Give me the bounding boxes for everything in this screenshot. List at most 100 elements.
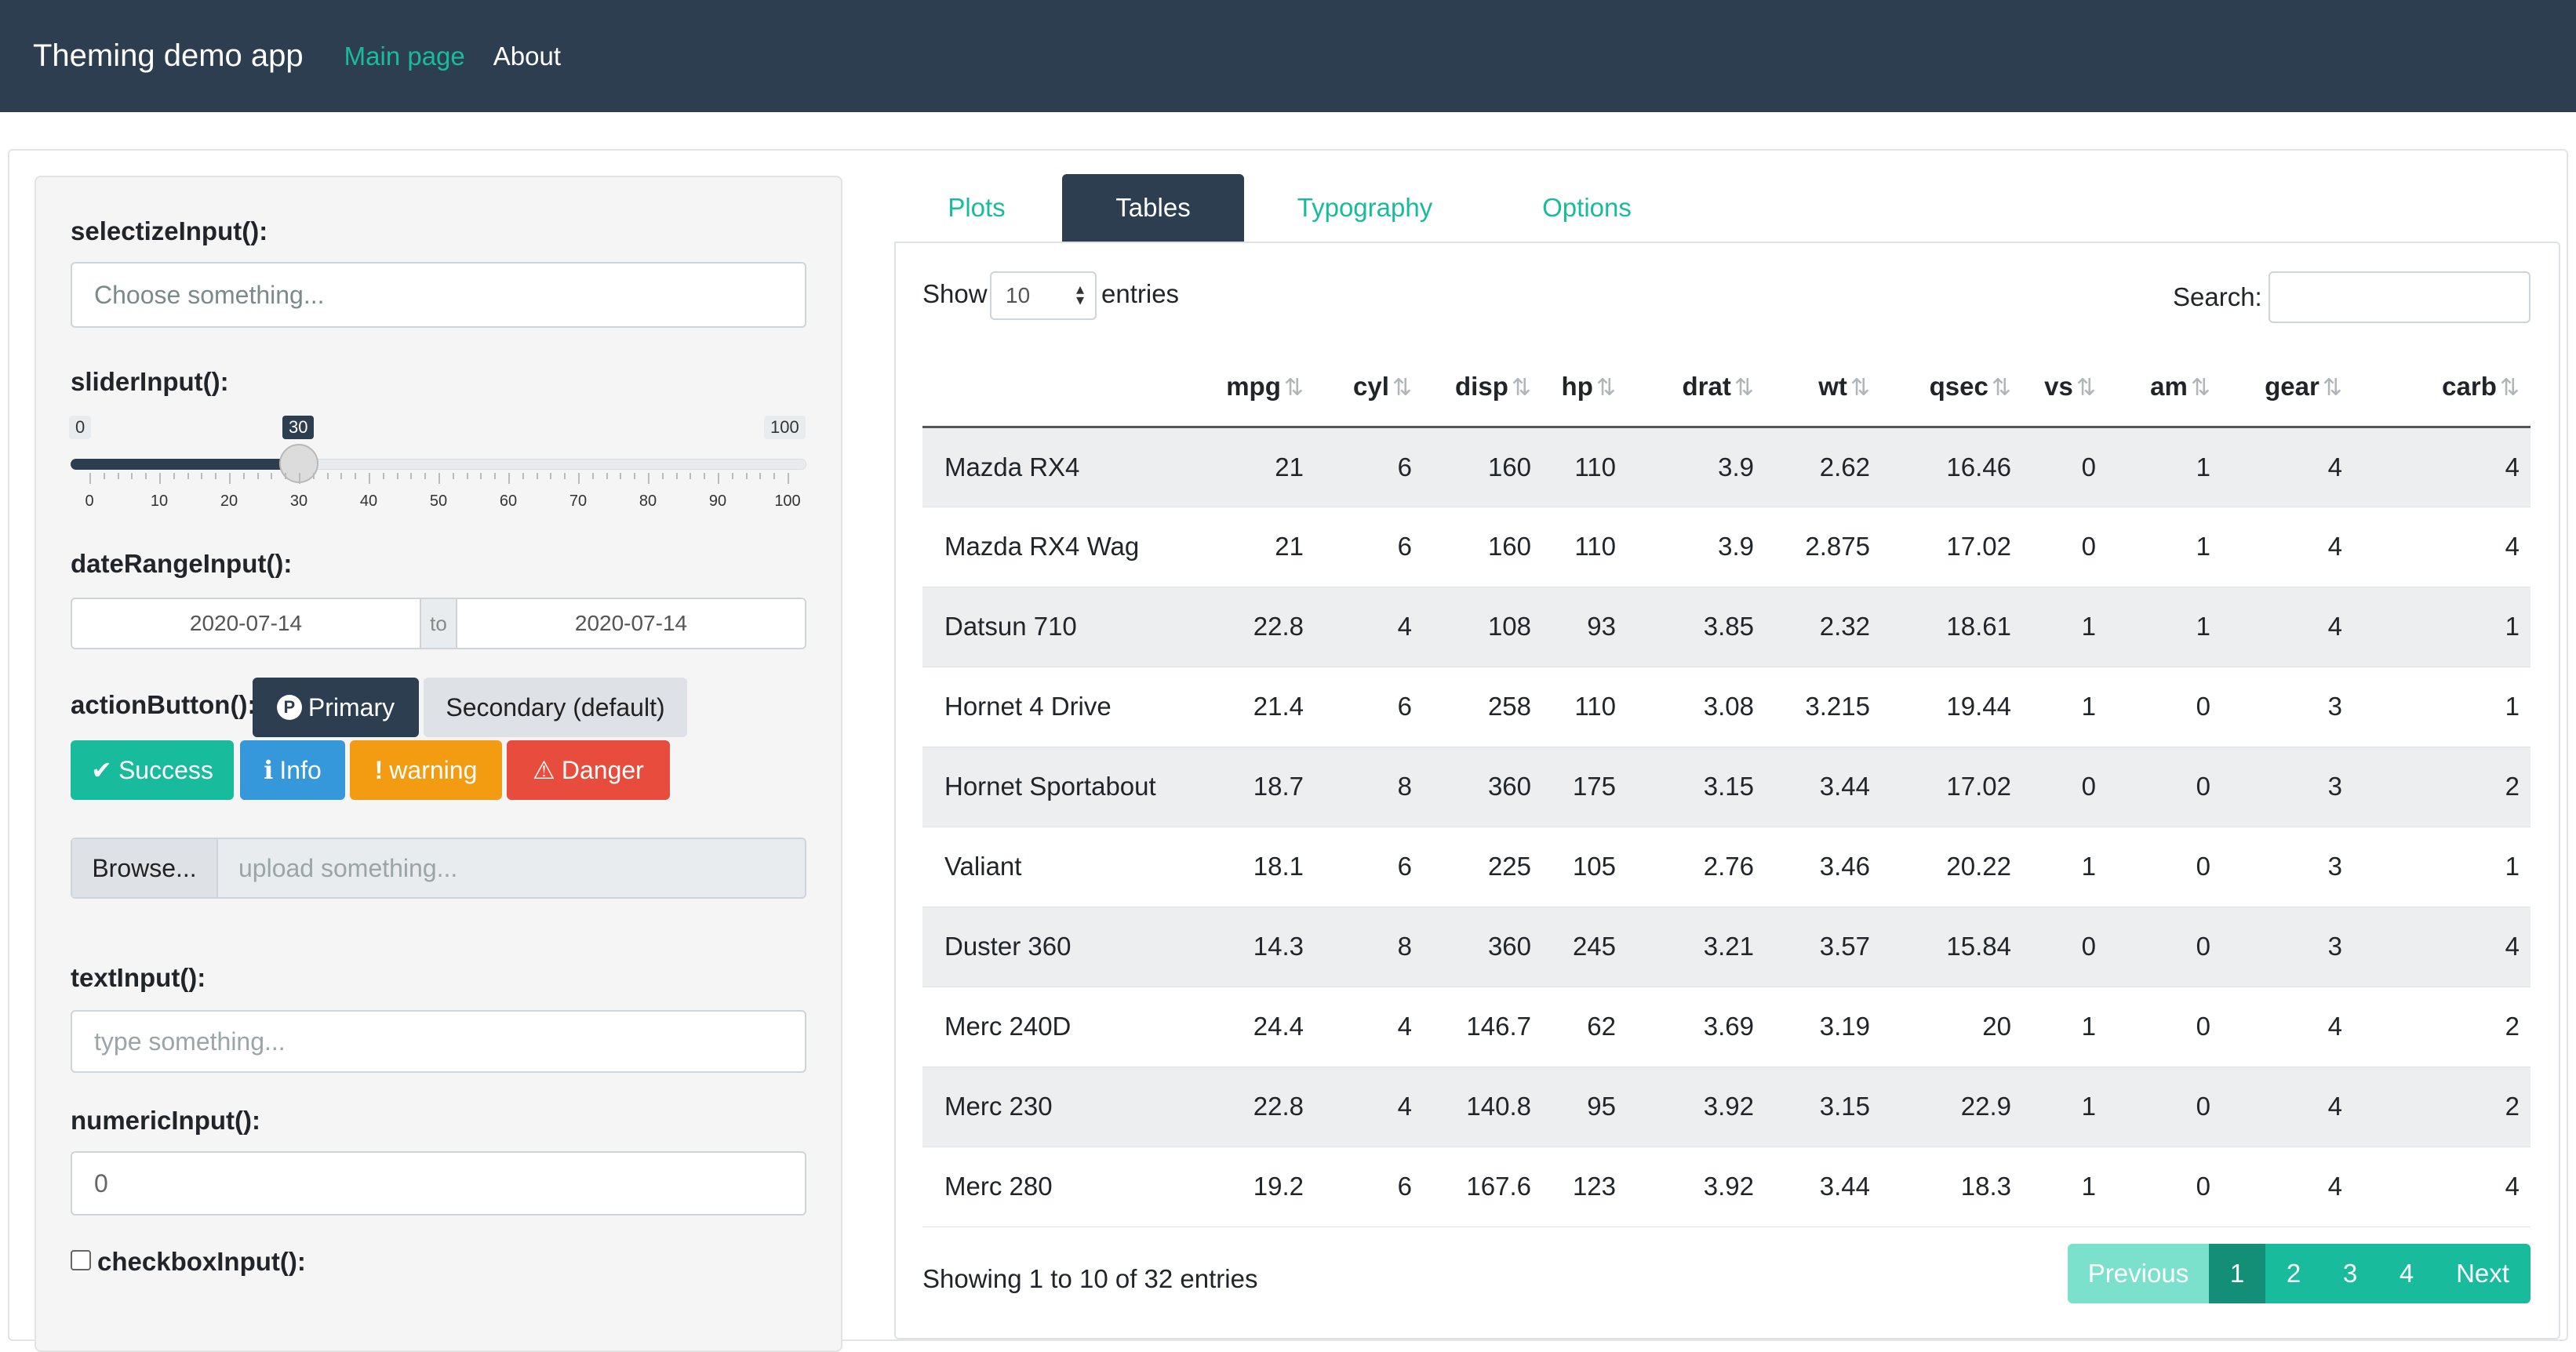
column-header[interactable]: am ⇅: [2107, 348, 2221, 428]
table-row[interactable]: Mazda RX4 21 6 160 110 3.9 2.62 16.46 0 1 4 4: [922, 427, 2531, 507]
table-row[interactable]: Merc 280 19.2 6 167.6 123 3.92 3.44 18.3 1 0 4 4: [922, 1147, 2531, 1227]
slider-tick: [689, 473, 692, 479]
slider-tick: [661, 473, 664, 479]
column-header[interactable]: disp ⇅: [1423, 348, 1542, 428]
table-cell: 0: [2107, 747, 2221, 827]
table-cell: 2.76: [1627, 827, 1765, 907]
numeric-input[interactable]: 0: [71, 1151, 806, 1216]
table-row[interactable]: Merc 240D 24.4 4 146.7 62 3.69 3.19 20 1 0 4 2: [922, 987, 2531, 1067]
slider-tick: [494, 473, 497, 479]
slider-tick: [788, 473, 789, 484]
tab-options[interactable]: Options: [1514, 174, 1660, 242]
slider-tick: [257, 473, 259, 479]
primary-button[interactable]: P Primary: [253, 678, 419, 737]
sort-icon[interactable]: ⇅: [1596, 375, 1616, 401]
info-button[interactable]: ℹ Info: [240, 740, 345, 800]
slider-tick-label: 20: [220, 492, 238, 510]
table-cell: 4: [2353, 427, 2531, 507]
date-separator: to: [420, 599, 457, 648]
check-icon: ✔: [91, 756, 112, 784]
slider-tick: [201, 473, 203, 479]
slider-max-label: 100: [764, 416, 806, 439]
slider-tick: [564, 473, 566, 479]
slider-tick-label: 100: [774, 492, 801, 510]
table-row[interactable]: Hornet 4 Drive 21.4 6 258 110 3.08 3.215 19.44 1…: [922, 667, 2531, 747]
column-header-label: cyl: [1352, 372, 1389, 402]
search-input[interactable]: [2269, 271, 2531, 323]
slider-tick: [424, 473, 427, 479]
sort-icon[interactable]: ⇅: [2323, 375, 2342, 401]
tab-plots[interactable]: Plots: [918, 174, 1035, 242]
table-row[interactable]: Merc 230 22.8 4 140.8 95 3.92 3.15 22.9 1 0 4 2: [922, 1067, 2531, 1147]
tab-typography[interactable]: Typography: [1271, 174, 1459, 242]
table-cell: 3.215: [1765, 667, 1881, 747]
column-header[interactable]: [922, 348, 1194, 428]
column-header[interactable]: qsec ⇅: [1881, 348, 2022, 428]
table-row[interactable]: Duster 360 14.3 8 360 245 3.21 3.57 15.84 0 0 3 4: [922, 907, 2531, 987]
table-cell: 2.875: [1765, 507, 1881, 587]
slider-tick: [117, 473, 119, 479]
slider-tick: [89, 473, 91, 484]
table-cell: 1: [2022, 1067, 2107, 1147]
pagination-page-1[interactable]: 1: [2209, 1244, 2265, 1303]
column-header[interactable]: mpg ⇅: [1194, 348, 1315, 428]
table-cell: Mazda RX4 Wag: [922, 507, 1194, 587]
slider-tick: [173, 473, 175, 479]
column-header[interactable]: vs ⇅: [2022, 348, 2107, 428]
primary-button-label: Primary: [307, 692, 395, 721]
column-header[interactable]: hp ⇅: [1542, 348, 1627, 428]
table-cell: 20.22: [1881, 827, 2022, 907]
page-length-select[interactable]: 10 ▴ ▾: [990, 271, 1097, 320]
table-cell: 3.08: [1627, 667, 1765, 747]
pagination-page-3[interactable]: 3: [2322, 1244, 2378, 1303]
checkbox-input[interactable]: [71, 1250, 91, 1270]
sort-icon[interactable]: ⇅: [1992, 375, 2011, 401]
column-header[interactable]: drat ⇅: [1627, 348, 1765, 428]
pagination-previous[interactable]: Previous: [2068, 1244, 2209, 1303]
browse-button[interactable]: Browse...: [72, 839, 218, 897]
sort-icon[interactable]: ⇅: [1284, 375, 1304, 401]
sort-icon[interactable]: ⇅: [1850, 375, 1870, 401]
date-start-input[interactable]: 2020-07-14: [72, 599, 420, 648]
sort-icon[interactable]: ⇅: [1512, 375, 1531, 401]
secondary-button[interactable]: Secondary (default): [424, 678, 687, 737]
table-row[interactable]: Valiant 18.1 6 225 105 2.76 3.46 20.22 1 0 3 1: [922, 827, 2531, 907]
sort-icon[interactable]: ⇅: [1392, 375, 1412, 401]
text-input[interactable]: type something...: [71, 1010, 806, 1073]
nav-main-page[interactable]: Main page: [344, 42, 465, 71]
sort-icon[interactable]: ⇅: [1734, 375, 1754, 401]
column-header[interactable]: carb ⇅: [2353, 348, 2531, 428]
column-header[interactable]: wt ⇅: [1765, 348, 1881, 428]
column-header[interactable]: cyl ⇅: [1315, 348, 1423, 428]
table-cell: Merc 230: [922, 1067, 1194, 1147]
slider-tick: [606, 473, 608, 479]
slider-tick: [648, 473, 649, 484]
pagination-page-4[interactable]: 4: [2378, 1244, 2435, 1303]
sort-icon[interactable]: ⇅: [2191, 375, 2210, 401]
tab-tables[interactable]: Tables: [1062, 174, 1244, 242]
success-button[interactable]: ✔ Success: [71, 740, 234, 800]
danger-button[interactable]: ⚠ Danger: [507, 740, 670, 800]
column-header[interactable]: gear ⇅: [2221, 348, 2353, 428]
warning-triangle-icon: ⚠: [533, 756, 555, 784]
date-end-input[interactable]: 2020-07-14: [457, 599, 805, 648]
table-row[interactable]: Mazda RX4 Wag 21 6 160 110 3.9 2.875 17.02 0 1 4 4: [922, 507, 2531, 587]
slider-tick: [578, 473, 580, 484]
sort-icon[interactable]: ⇅: [2500, 375, 2520, 401]
table-cell: 3.57: [1765, 907, 1881, 987]
warning-button-label: warning: [389, 755, 478, 784]
nav-about[interactable]: About: [493, 42, 561, 71]
pagination-page-2[interactable]: 2: [2265, 1244, 2322, 1303]
pagination-next[interactable]: Next: [2435, 1244, 2531, 1303]
file-input-placeholder[interactable]: upload something...: [218, 839, 805, 897]
table-row[interactable]: Hornet Sportabout 18.7 8 360 175 3.15 3.44 17.0…: [922, 747, 2531, 827]
table-cell: Hornet Sportabout: [922, 747, 1194, 827]
selectize-input[interactable]: Choose something...: [71, 262, 806, 328]
show-label: Show: [922, 279, 988, 308]
table-row[interactable]: Datsun 710 22.8 4 108 93 3.85 2.32 18.61 1 1 4 1: [922, 587, 2531, 667]
warning-button[interactable]: ! warning: [350, 740, 502, 800]
table-cell: 175: [1542, 747, 1627, 827]
table-cell: 110: [1542, 427, 1627, 507]
sort-icon[interactable]: ⇅: [2076, 375, 2096, 401]
text-input-label: textInput():: [71, 963, 206, 992]
